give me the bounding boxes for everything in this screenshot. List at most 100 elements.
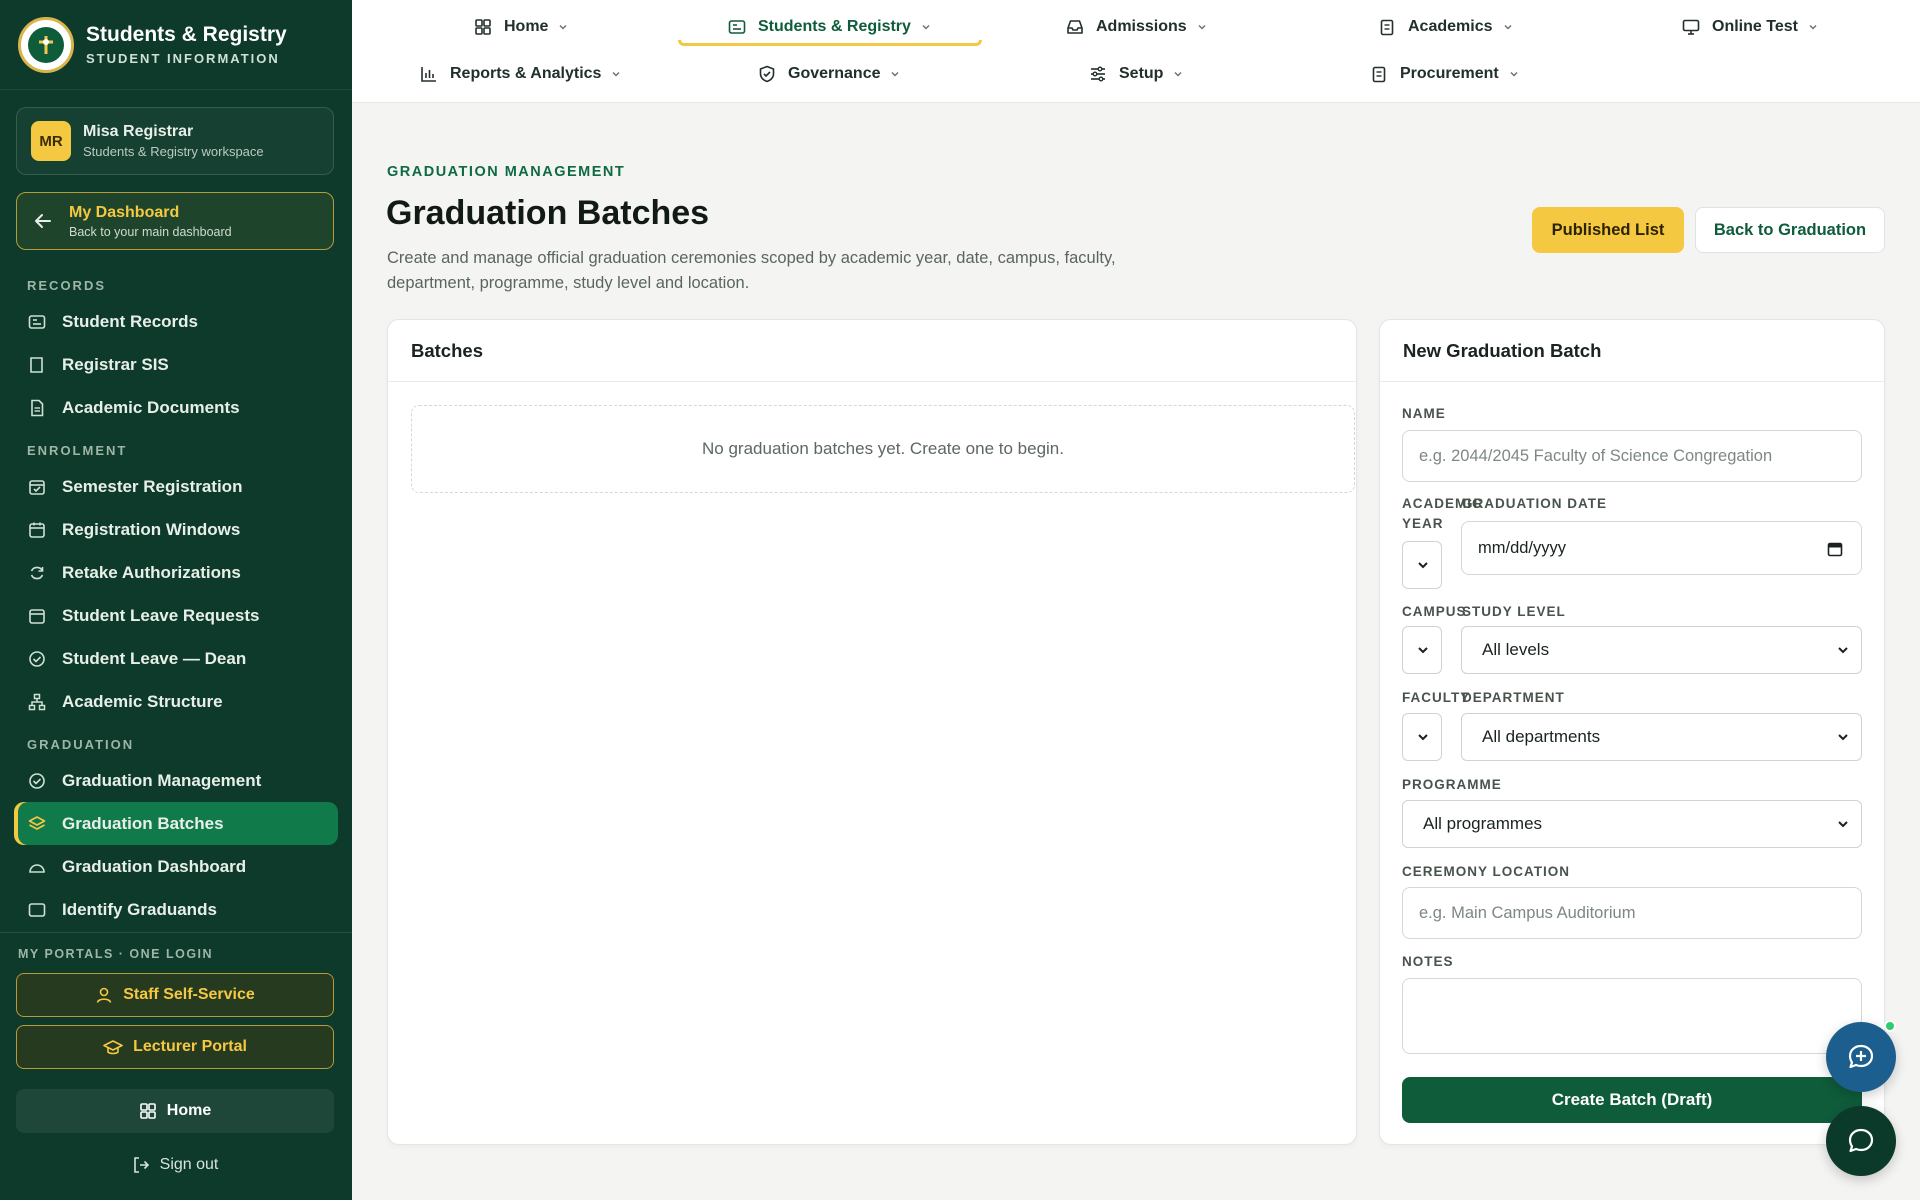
grid-icon <box>475 19 491 35</box>
graduation-date-placeholder: mm/dd/yyyy <box>1478 538 1567 557</box>
sidebar-item-academic-documents[interactable]: Academic Documents <box>14 386 338 429</box>
faculty-select[interactable] <box>1402 713 1442 761</box>
graduation-date-input[interactable]: mm/dd/yyyy <box>1461 521 1862 575</box>
refresh-icon <box>30 566 44 579</box>
sidebar-item-academic-structure[interactable]: Academic Structure <box>14 680 338 723</box>
faculty-label: FACULTY <box>1402 690 1471 705</box>
chevron-down-icon <box>1838 734 1848 741</box>
sidebar-item-label: Student Leave — Dean <box>62 648 247 668</box>
topnav-governance[interactable]: Governance <box>758 58 900 90</box>
sidebar-item-graduation-batches[interactable]: Graduation Batches <box>14 802 338 845</box>
chat-fab[interactable] <box>1826 1106 1896 1176</box>
brand-header: Students & Registry STUDENT INFORMATION <box>0 0 352 90</box>
topnav-label: Home <box>504 18 549 35</box>
shield-icon <box>759 65 775 83</box>
user-icon <box>96 987 112 1003</box>
batches-card: Batches No graduation batches yet. Creat… <box>387 319 1357 1145</box>
section-label-graduation: GRADUATION <box>27 736 135 752</box>
back-to-graduation-button[interactable]: Back to Graduation <box>1695 207 1885 253</box>
programme-value: All programmes <box>1423 814 1543 833</box>
topnav-label: Students & Registry <box>758 18 911 35</box>
topnav-procurement[interactable]: Procurement <box>1370 58 1519 90</box>
form-title: New Graduation Batch <box>1380 320 1884 382</box>
portals-label: MY PORTALS · ONE LOGIN <box>18 947 214 961</box>
topnav-academics[interactable]: Academics <box>1378 11 1513 43</box>
topnav-setup[interactable]: Setup <box>1089 58 1183 90</box>
sidebar-item-graduation-dashboard[interactable]: Graduation Dashboard <box>14 845 338 888</box>
topnav-admissions[interactable]: Admissions <box>1066 11 1207 43</box>
sidebar-item-label: Academic Structure <box>62 691 223 711</box>
calendar-icon[interactable] <box>1827 541 1843 557</box>
sidebar-item-semester-registration[interactable]: Semester Registration <box>14 465 338 508</box>
chevron-down-icon <box>1418 734 1428 741</box>
empty-state: No graduation batches yet. Create one to… <box>411 405 1355 493</box>
campus-select[interactable] <box>1402 626 1442 674</box>
sidebar-item-label: Registrar SIS <box>62 354 169 374</box>
id-card-icon <box>28 902 46 917</box>
topnav-reports-analytics[interactable]: Reports & Analytics <box>420 58 621 90</box>
batches-title: Batches <box>388 320 1356 382</box>
published-list-button[interactable]: Published List <box>1532 207 1684 253</box>
topnav-label: Reports & Analytics <box>450 65 602 82</box>
sidebar-item-label: Graduation Batches <box>62 813 224 833</box>
user-name: Misa Registrar <box>83 123 194 140</box>
sidebar-item-student-leave-requests[interactable]: Student Leave Requests <box>14 594 338 637</box>
topnav-home[interactable]: Home <box>474 11 568 43</box>
assistant-fab[interactable] <box>1826 1022 1896 1092</box>
topnav-label: Admissions <box>1096 18 1187 35</box>
sidebar-item-registration-windows[interactable]: Registration Windows <box>14 508 338 551</box>
page-description: Create and manage official graduation ce… <box>387 249 1116 292</box>
department-value: All departments <box>1482 727 1601 746</box>
chevron-down-icon <box>1838 647 1848 654</box>
lecturer-portal-label: Lecturer Portal <box>133 1038 247 1055</box>
chevron-down-icon <box>1503 24 1512 30</box>
sidebar-item-registrar-sis[interactable]: Registrar SIS <box>14 343 338 386</box>
clipboard-icon <box>1372 66 1386 83</box>
id-card-icon <box>728 20 746 34</box>
topnav-online-test[interactable]: Online Test <box>1682 11 1818 43</box>
academic-year-select[interactable] <box>1402 541 1442 589</box>
create-batch-button[interactable]: Create Batch (Draft) <box>1402 1077 1862 1123</box>
topnav-label: Procurement <box>1400 65 1499 82</box>
clipboard-icon <box>1380 19 1394 36</box>
hierarchy-icon <box>28 693 46 710</box>
sidebar-item-student-records[interactable]: Student Records <box>14 300 338 343</box>
sidebar-item-identify-graduands[interactable]: Identify Graduands <box>14 888 338 931</box>
my-dashboard-link[interactable]: My Dashboard Back to your main dashboard <box>16 192 334 250</box>
top-navigation: Home Students & Registry Admissions Acad… <box>352 0 1920 103</box>
name-input[interactable]: e.g. 2044/2045 Faculty of Science Congre… <box>1402 430 1862 482</box>
programme-select[interactable]: All programmes <box>1402 800 1862 848</box>
topnav-label: Governance <box>788 65 881 82</box>
name-label: NAME <box>1402 406 1446 421</box>
calendar-icon <box>29 522 45 538</box>
document-icon <box>31 399 44 416</box>
lecturer-portal-button[interactable]: Lecturer Portal <box>16 1025 334 1069</box>
notes-textarea[interactable] <box>1402 978 1862 1054</box>
sidebar-item-label: Student Records <box>62 311 199 331</box>
dashboard-subtitle: Back to your main dashboard <box>69 224 232 239</box>
topnav-students-registry[interactable]: Students & Registry <box>728 11 931 43</box>
chevron-down-icon <box>1510 71 1518 77</box>
study-level-select[interactable]: All levels <box>1461 626 1862 674</box>
sidebar-item-student-leave-dean[interactable]: Student Leave — Dean <box>14 637 338 680</box>
sidebar-item-label: Semester Registration <box>62 476 243 496</box>
inbox-icon <box>1067 20 1083 34</box>
home-button[interactable]: Home <box>16 1089 334 1133</box>
sidebar-item-graduation-management[interactable]: Graduation Management <box>14 759 338 802</box>
topnav-label: Academics <box>1408 18 1493 35</box>
chevron-down-icon <box>1174 71 1182 77</box>
online-status-dot <box>1884 1020 1896 1032</box>
sidebar-item-retake-authorizations[interactable]: Retake Authorizations <box>14 551 338 594</box>
department-select[interactable]: All departments <box>1461 713 1862 761</box>
sidebar-item-label: Identify Graduands <box>62 899 217 919</box>
staff-self-service-button[interactable]: Staff Self-Service <box>16 973 334 1017</box>
ceremony-location-input[interactable]: e.g. Main Campus Auditorium <box>1402 887 1862 939</box>
user-card[interactable]: MR Misa Registrar Students & Registry wo… <box>16 107 334 175</box>
active-tab-indicator <box>678 40 982 46</box>
monitor-icon <box>1682 19 1700 35</box>
sign-out-button[interactable]: Sign out <box>16 1143 334 1187</box>
topnav-label: Setup <box>1119 65 1164 82</box>
sidebar-item-label: Graduation Management <box>62 770 262 790</box>
chevron-down-icon <box>612 71 620 77</box>
sign-out-label: Sign out <box>159 1156 219 1173</box>
